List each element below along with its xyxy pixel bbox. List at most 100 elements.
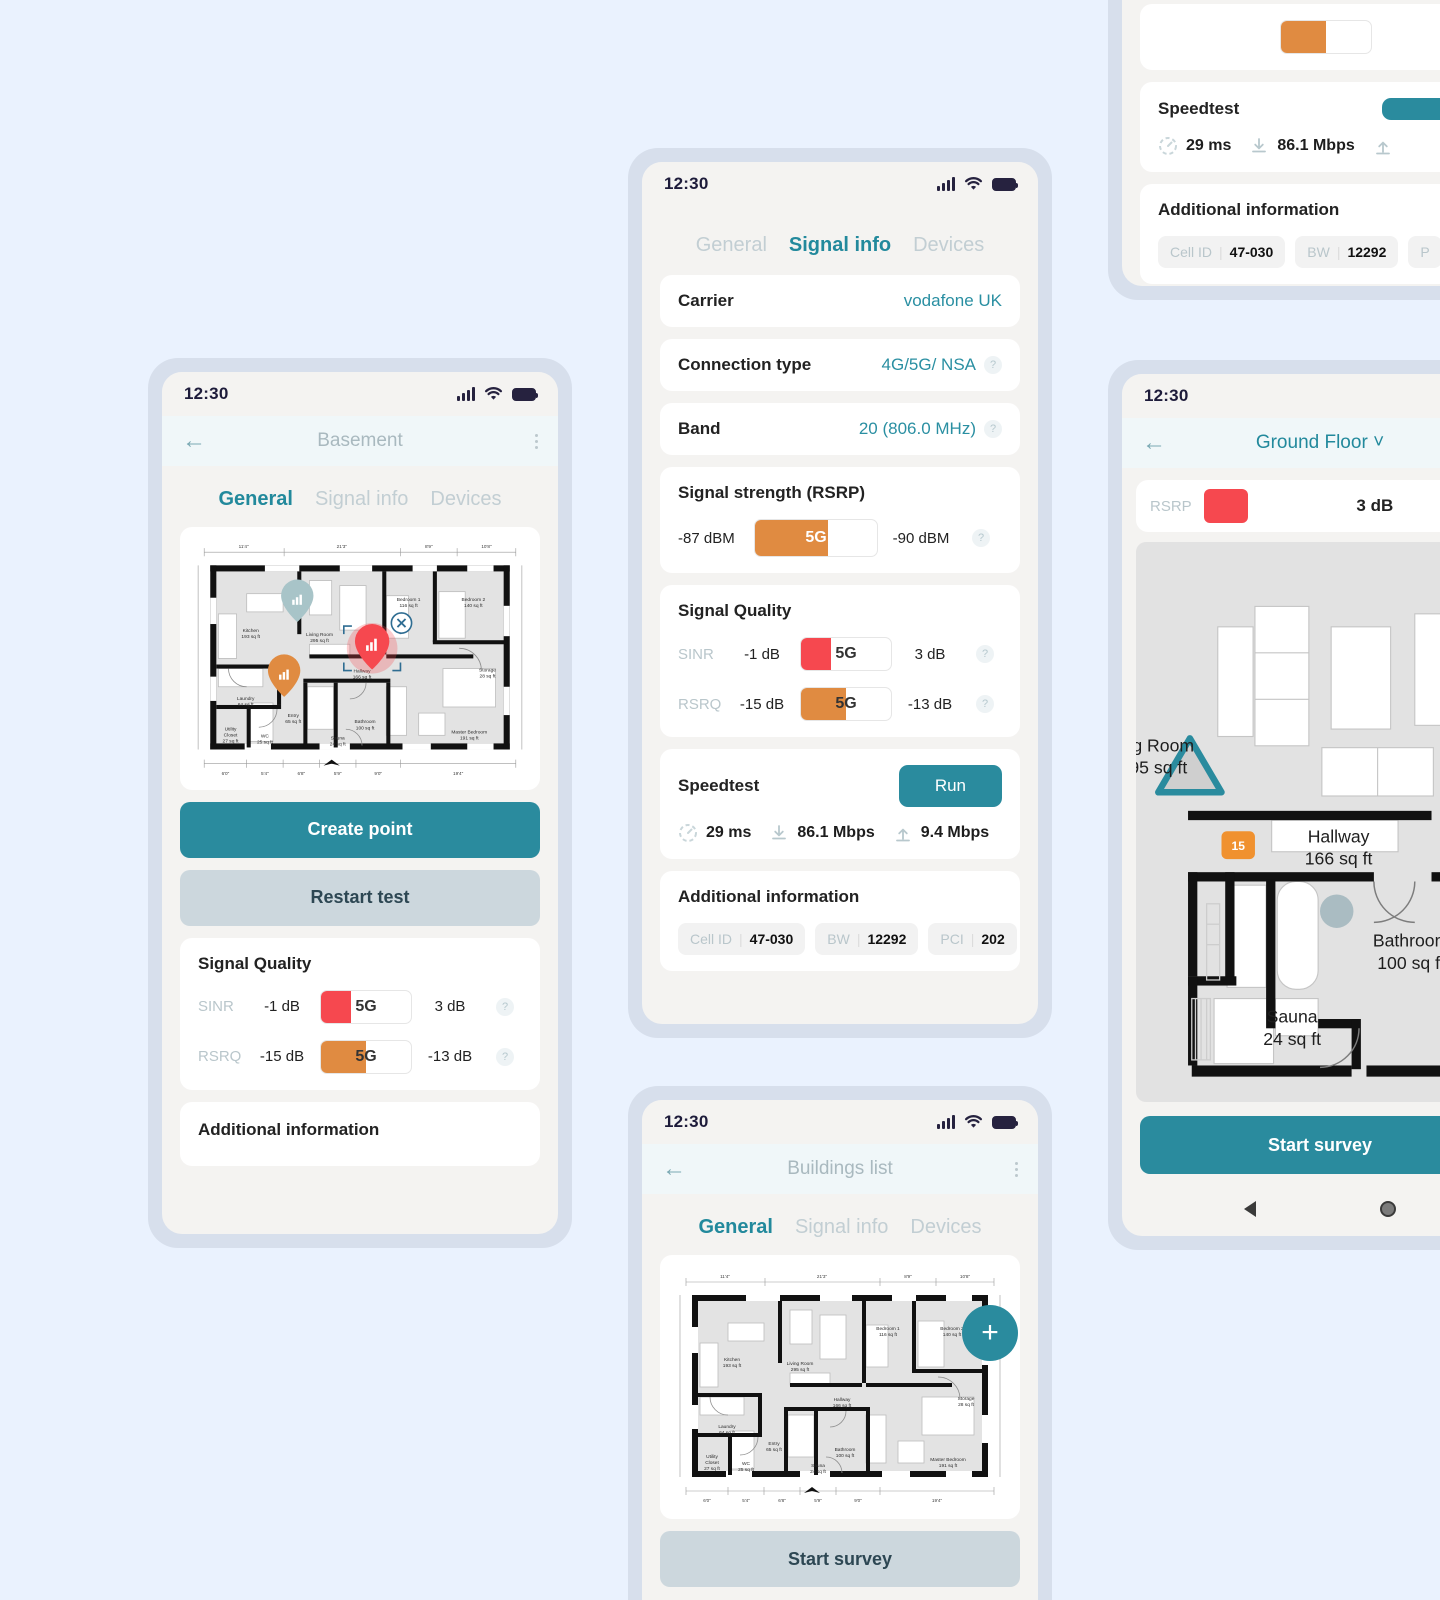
- tab-signal-info[interactable]: Signal info: [315, 488, 408, 511]
- chip-bw[interactable]: BW | 12292: [815, 923, 919, 955]
- sinr-label: SINR: [198, 998, 234, 1016]
- speedtest-title: Speedtest: [1158, 99, 1240, 118]
- tab-signal-info[interactable]: Signal info: [795, 1216, 888, 1239]
- svg-text:65 sq ft: 65 sq ft: [766, 1447, 782, 1453]
- svg-text:Bathroom: Bathroom: [1373, 931, 1440, 951]
- rsrp-legend-bar[interactable]: RSRP 3 dB: [1136, 480, 1440, 532]
- floor-selector[interactable]: Ground Floor ˅: [1122, 432, 1440, 454]
- arrow-left-icon[interactable]: ←: [182, 429, 206, 453]
- restart-test-button[interactable]: Restart test: [180, 869, 540, 926]
- tab-devices[interactable]: Devices: [430, 488, 501, 511]
- rsrq-help-icon[interactable]: ?: [496, 1047, 514, 1066]
- svg-text:166 sq ft: 166 sq ft: [1305, 849, 1373, 869]
- chip-bw-key: BW: [827, 931, 850, 947]
- chip-pci-key: P: [1420, 244, 1430, 260]
- tab-general[interactable]: General: [218, 488, 292, 511]
- speedtest-stats: 29 ms 86.1 Mbps 9.4 Mbps: [678, 823, 1002, 843]
- floorplan-basement[interactable]: 11'4" 21'3" 8'9" 10'8" 6'0" 5'4" 6'8" 5'9" 9…: [188, 535, 532, 782]
- tab-general[interactable]: General: [698, 1216, 772, 1239]
- status-time: 12:30: [664, 1112, 709, 1131]
- svg-text:166 sq ft: 166 sq ft: [353, 675, 372, 681]
- screen-ground-floor: 12:30 ← Ground Floor ˅ RSRP 3 dB 15 Room…: [1122, 374, 1440, 1236]
- floorplan-container[interactable]: 11'4" 21'3" 8'9" 10'8" 6'0" 5'4" 6'8" 5'9" 9…: [180, 527, 540, 790]
- svg-text:295 sq ft: 295 sq ft: [791, 1367, 810, 1373]
- cellular-bars-icon: [457, 387, 475, 401]
- rsrq-left-value: -15 dB: [259, 1048, 305, 1066]
- svg-text:9'0": 9'0": [374, 771, 382, 776]
- svg-text:Kitchen: Kitchen: [243, 628, 259, 634]
- sinr-gauge[interactable]: 5G: [320, 989, 412, 1024]
- phone-ground-floor: 12:30 ← Ground Floor ˅ RSRP 3 dB 15 Room…: [1108, 360, 1440, 1250]
- svg-text:64 sq ft: 64 sq ft: [238, 702, 255, 708]
- status-bar-ground: 12:30: [1122, 374, 1440, 418]
- svg-text:25 sq ft: 25 sq ft: [257, 739, 274, 745]
- floorplan-ground-floor[interactable]: 15 ng Room 95 sq ft Hallway 166 sq ft Bath…: [1136, 542, 1440, 1102]
- chip-cell-id[interactable]: Cell ID | 47-030: [678, 923, 806, 955]
- status-icons: [937, 177, 1018, 191]
- tab-general[interactable]: General: [696, 234, 767, 257]
- tab-devices[interactable]: Devices: [913, 234, 984, 257]
- kebab-menu-icon[interactable]: [535, 433, 538, 449]
- chip-cell-id[interactable]: Cell ID | 47-030: [1158, 236, 1286, 268]
- svg-text:WC: WC: [261, 733, 270, 739]
- svg-text:27 sq ft: 27 sq ft: [704, 1466, 720, 1472]
- svg-text:6'0": 6'0": [703, 1498, 711, 1503]
- status-icons: [937, 1115, 1018, 1129]
- svg-text:28 sq ft: 28 sq ft: [480, 674, 497, 680]
- chip-cell-id-value: 47-030: [749, 931, 794, 947]
- svg-text:WC: WC: [742, 1461, 751, 1467]
- gauge-icon: [679, 824, 697, 842]
- circle-home-icon[interactable]: [1380, 1201, 1396, 1217]
- start-survey-button[interactable]: Start survey: [1140, 1116, 1440, 1174]
- sinr-left-value: -1 dB: [264, 998, 300, 1016]
- add-building-fab[interactable]: +: [962, 1305, 1018, 1361]
- kebab-menu-icon[interactable]: [1015, 1161, 1018, 1177]
- status-time: 12:30: [184, 384, 229, 403]
- floorplan-container[interactable]: 11'4" 21'3" 8'9" 10'8" 6'0" 5'4" 6'8" 5'9" 9…: [660, 1255, 1020, 1519]
- sinr-left-value: -1 dB: [744, 645, 780, 663]
- status-bar: 12:30: [162, 372, 558, 416]
- svg-text:Utility: Utility: [225, 726, 237, 732]
- rsrq-gauge[interactable]: 5G: [320, 1039, 412, 1074]
- rsrq-label: RSRQ: [678, 695, 722, 713]
- svg-text:Living Room: Living Room: [306, 632, 333, 638]
- signal-pin-red: [346, 623, 398, 674]
- create-point-button[interactable]: Create point: [180, 801, 540, 858]
- page-title: Basement: [317, 430, 403, 451]
- sinr-help-icon[interactable]: ?: [496, 997, 514, 1016]
- tab-signal-info[interactable]: Signal info: [789, 234, 891, 257]
- sinr-label: SINR: [678, 645, 714, 663]
- tab-devices[interactable]: Devices: [910, 1216, 981, 1239]
- connection-type-help-icon[interactable]: ?: [984, 356, 1002, 374]
- chip-bw[interactable]: BW | 12292: [1295, 236, 1399, 268]
- run-speedtest-button[interactable]: [1382, 98, 1440, 120]
- rsrq-gauge[interactable]: 5G: [800, 687, 892, 721]
- sinr-gauge[interactable]: 5G: [800, 637, 892, 671]
- arrow-left-icon[interactable]: ←: [662, 1157, 686, 1181]
- svg-text:5'9": 5'9": [814, 1498, 822, 1503]
- wifi-icon: [964, 177, 983, 190]
- additional-information-chips: Cell ID | 47-030 BW | 12292 PCI | 202: [678, 923, 1017, 955]
- rsrq-help-icon[interactable]: ?: [976, 695, 994, 713]
- svg-text:Living Room: Living Room: [787, 1361, 814, 1367]
- chip-pci[interactable]: P: [1408, 236, 1440, 268]
- rsrp-gauge[interactable]: 5G: [754, 519, 878, 557]
- svg-text:19'4": 19'4": [932, 1498, 943, 1503]
- svg-text:24 sq ft: 24 sq ft: [1263, 1029, 1321, 1049]
- triangle-back-icon[interactable]: [1244, 1201, 1256, 1217]
- arrow-left-icon[interactable]: ←: [1142, 431, 1166, 455]
- band-help-icon[interactable]: ?: [984, 420, 1002, 438]
- floorplan-buildings[interactable]: 11'4" 21'3" 8'9" 10'8" 6'0" 5'4" 6'8" 5'9" 9…: [670, 1265, 1010, 1509]
- start-survey-button-buildings[interactable]: Start survey: [660, 1531, 1020, 1587]
- floorplan-ground-svg[interactable]: 15 ng Room 95 sq ft Hallway 166 sq ft Bath…: [1136, 542, 1440, 1102]
- screen-basement: 12:30 ← Basement General Signal info Dev…: [162, 372, 558, 1234]
- rsrp-help-icon[interactable]: ?: [972, 529, 990, 547]
- sinr-help-icon[interactable]: ?: [976, 645, 994, 663]
- chip-pci[interactable]: PCI | 202: [928, 923, 1017, 955]
- additional-information-chips: Cell ID | 47-030 BW | 12292 P: [1158, 236, 1440, 268]
- run-speedtest-button[interactable]: Run: [898, 765, 1002, 807]
- rsrq-badge: 5G: [835, 695, 857, 712]
- partial-gauge[interactable]: [1280, 20, 1372, 54]
- screen-buildings-list: 12:30 ← Buildings list General Signal in…: [642, 1100, 1038, 1600]
- chip-bw-value: 12292: [1347, 244, 1387, 260]
